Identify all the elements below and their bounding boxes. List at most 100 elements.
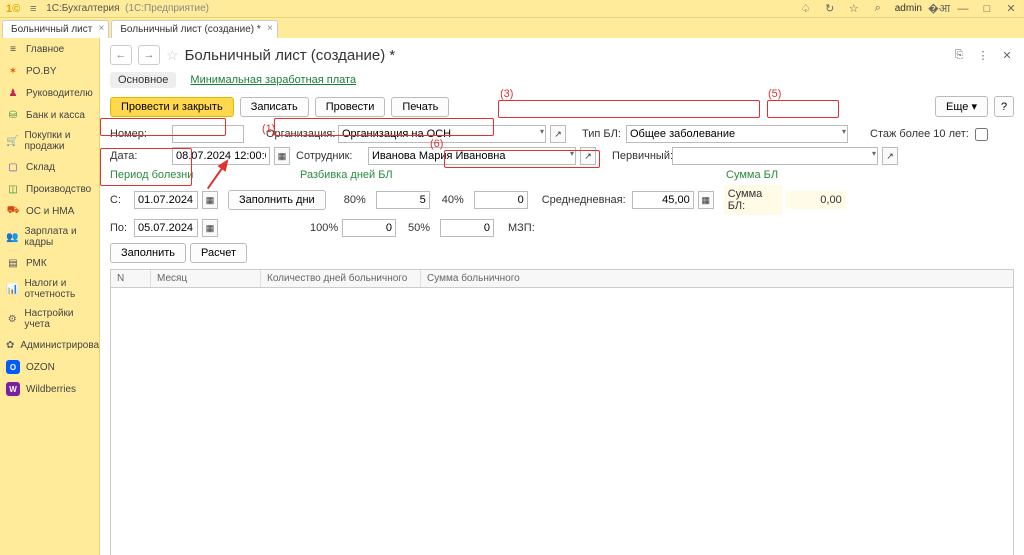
search-icon[interactable]: ⌕	[871, 2, 885, 16]
tab-sick-list[interactable]: Больничный лист ×	[2, 20, 109, 38]
sidebar-item-label: ОС и НМА	[26, 206, 74, 217]
emp-input[interactable]	[368, 147, 576, 165]
sidebar-item-label: Покупки и продажи	[24, 130, 93, 152]
help-button[interactable]: ?	[994, 96, 1014, 117]
sidebar-item-stock[interactable]: ▢Склад	[0, 156, 99, 178]
sidebar-item-ozon[interactable]: OOZON	[0, 356, 99, 378]
p100-input[interactable]	[342, 219, 396, 237]
print-button[interactable]: Печать	[391, 97, 449, 117]
period-header: Период болезни	[110, 169, 296, 181]
favorite-icon[interactable]: ☆	[166, 47, 179, 64]
avg-label: Среднедневная:	[542, 194, 628, 206]
p40-label: 40%	[442, 194, 470, 206]
tab-close-icon[interactable]: ×	[99, 23, 105, 34]
page-subtabs: Основное Минимальная заработная плата	[110, 72, 1014, 88]
maximize-icon[interactable]: □	[980, 2, 994, 16]
hamburger-icon: ≡	[6, 42, 20, 56]
to-label: По:	[110, 222, 130, 234]
close-page-icon[interactable]: ✕	[1000, 48, 1014, 62]
number-input[interactable]	[172, 125, 244, 143]
sidebar-item-label: OZON	[26, 362, 55, 373]
minimize-icon[interactable]: —	[956, 2, 970, 16]
result-grid[interactable]: N Месяц Количество дней больничного Сумм…	[110, 269, 1014, 555]
post-close-button[interactable]: Провести и закрыть	[110, 97, 234, 117]
more-button[interactable]: Еще ▾	[935, 96, 988, 117]
sidebar-item-label: Зарплата и кадры	[24, 226, 93, 248]
avg-input[interactable]	[632, 191, 694, 209]
sidebar-item-taxes[interactable]: 📊Налоги и отчетность	[0, 274, 99, 304]
factory-icon: ◫	[6, 182, 20, 196]
from-input[interactable]	[134, 191, 198, 209]
gear-icon: ⚙	[6, 312, 18, 326]
grid-header: N Месяц Количество дней больничного Сумм…	[111, 270, 1013, 288]
post-button[interactable]: Провести	[315, 97, 386, 117]
org-label: Организация:	[266, 128, 334, 140]
wb-icon: W	[6, 382, 20, 396]
org-open-button[interactable]: ↗	[550, 125, 566, 143]
more-menu-icon[interactable]: ⋮	[976, 48, 990, 62]
p80-input[interactable]	[376, 191, 430, 209]
sidebar-item-label: Администрирование	[20, 340, 100, 351]
sidebar-item-rmk[interactable]: ▤РМК	[0, 252, 99, 274]
cart-icon: 🛒	[6, 134, 18, 148]
subtab-minwage[interactable]: Минимальная заработная плата	[190, 72, 356, 88]
menu-icon[interactable]: ≡	[26, 2, 40, 16]
annot-2: (2)	[100, 123, 101, 135]
p50-input[interactable]	[440, 219, 494, 237]
sidebar-item-label: Wildberries	[26, 384, 76, 395]
sidebar-item-manager[interactable]: ♟Руководителю	[0, 82, 99, 104]
sidebar-item-bank[interactable]: ⛁Банк и касса	[0, 104, 99, 126]
write-button[interactable]: Записать	[240, 97, 309, 117]
app-title: 1С:Бухгалтерия (1С:Предприятие)	[46, 3, 209, 14]
sumbl-header: Сумма БЛ	[726, 169, 778, 181]
to-input[interactable]	[134, 219, 198, 237]
sidebar-item-admin[interactable]: ✿Администрирование	[0, 334, 99, 356]
star-icon[interactable]: ☆	[847, 2, 861, 16]
settings-icon[interactable]: �आ	[932, 2, 946, 16]
user-icon: ♟	[6, 86, 20, 100]
p40-input[interactable]	[474, 191, 528, 209]
sidebar-item-wb[interactable]: W Wildberries	[0, 378, 99, 400]
user-label[interactable]: admin	[895, 3, 922, 14]
primary-open-button[interactable]: ↗	[882, 147, 898, 165]
sidebar-item-label: Налоги и отчетность	[24, 278, 93, 300]
grid-col-month[interactable]: Месяц	[151, 270, 261, 287]
sidebar-item-label: PO.BY	[26, 66, 57, 77]
calendar-icon[interactable]: ▦	[274, 147, 290, 165]
emp-open-button[interactable]: ↗	[580, 147, 596, 165]
primary-input[interactable]	[672, 147, 878, 165]
sidebar-item-poby[interactable]: ✶PO.BY	[0, 60, 99, 82]
p50-label: 50%	[408, 222, 436, 234]
nav-fwd-button[interactable]: →	[138, 45, 160, 65]
calc-icon[interactable]: ▦	[698, 191, 714, 209]
type-input[interactable]	[626, 125, 848, 143]
sidebar-item-settings[interactable]: ⚙Настройки учета	[0, 304, 99, 334]
org-input[interactable]	[338, 125, 546, 143]
tab-close-icon[interactable]: ×	[267, 23, 273, 34]
calc-button[interactable]: Расчет	[190, 243, 247, 263]
nav-back-button[interactable]: ←	[110, 45, 132, 65]
calendar-icon[interactable]: ▦	[202, 191, 218, 209]
p100-label: 100%	[310, 222, 338, 234]
sidebar-item-main[interactable]: ≡Главное	[0, 38, 99, 60]
tab-sick-list-create[interactable]: Больничный лист (создание) * ×	[111, 20, 277, 38]
sidebar-item-os[interactable]: ⛟ОС и НМА	[0, 200, 99, 222]
grid-col-days[interactable]: Количество дней больничного	[261, 270, 421, 287]
close-icon[interactable]: ✕	[1004, 2, 1018, 16]
bell-icon[interactable]: ♤	[799, 2, 813, 16]
history-icon[interactable]: ↻	[823, 2, 837, 16]
sidebar-item-salary[interactable]: 👥 Зарплата и кадры	[0, 222, 99, 252]
grid-col-sum[interactable]: Сумма больничного	[421, 270, 1013, 287]
fill-button[interactable]: Заполнить	[110, 243, 186, 263]
calendar-icon[interactable]: ▦	[202, 219, 218, 237]
people-icon: 👥	[6, 230, 18, 244]
sidebar-item-production[interactable]: ◫ Производство	[0, 178, 99, 200]
detach-icon[interactable]: ⎘	[952, 48, 966, 62]
sidebar-item-label: Производство	[26, 184, 91, 195]
grid-col-n[interactable]: N	[111, 270, 151, 287]
fill-days-button[interactable]: Заполнить дни	[228, 190, 326, 210]
experience-checkbox[interactable]	[975, 128, 988, 141]
p80-label: 80%	[344, 194, 372, 206]
sidebar-item-trade[interactable]: 🛒 Покупки и продажи	[0, 126, 99, 156]
subtab-main[interactable]: Основное	[110, 72, 176, 88]
